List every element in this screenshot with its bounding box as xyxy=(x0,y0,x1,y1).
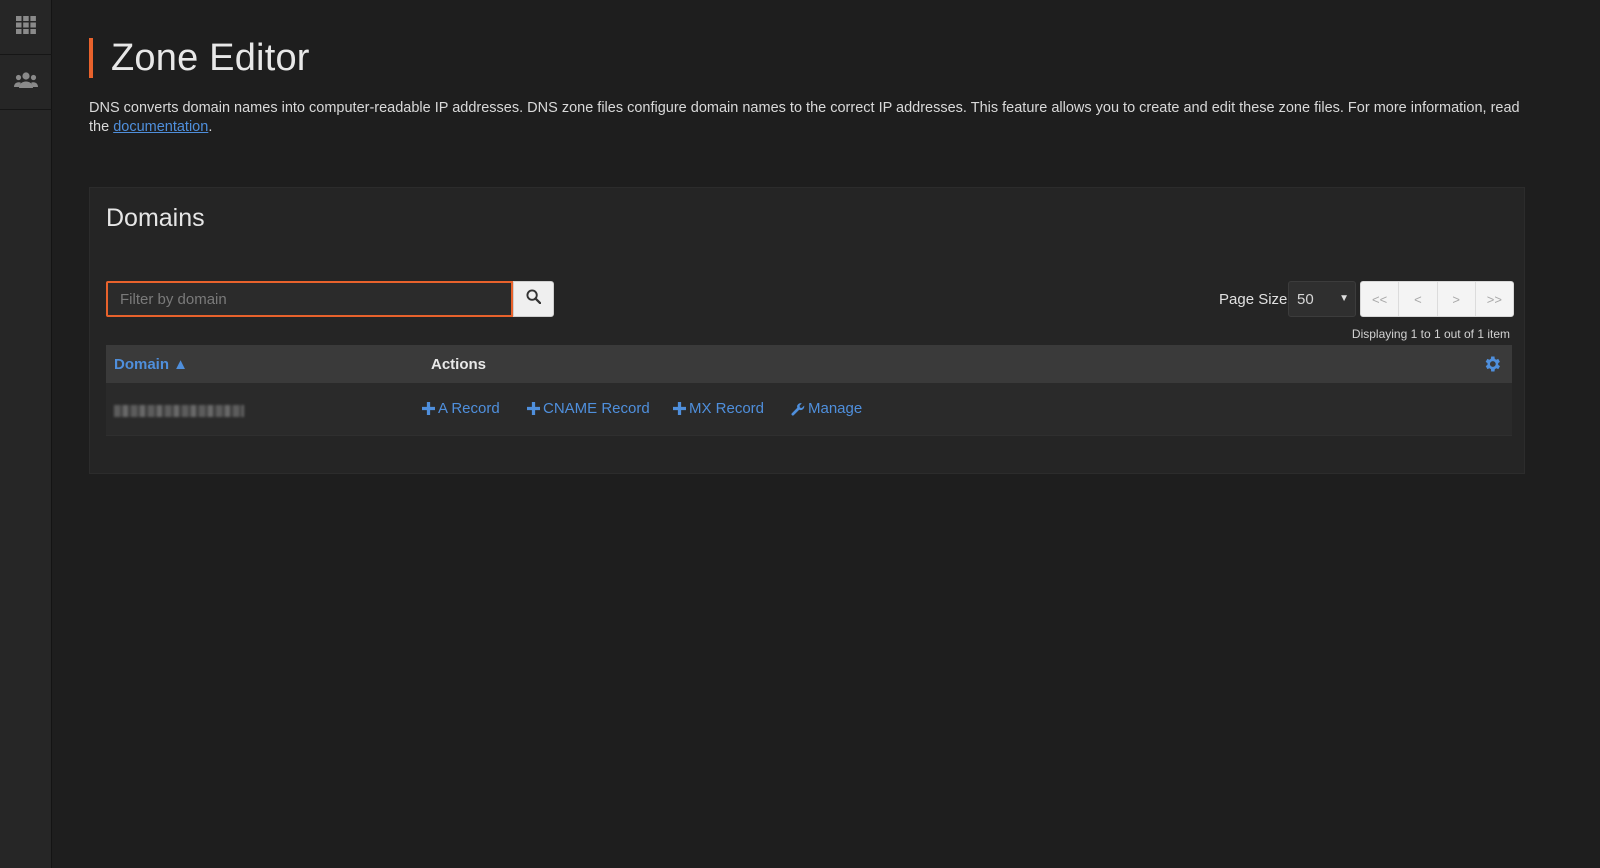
page-size-select[interactable]: 50 ▼ xyxy=(1288,281,1356,317)
last-page-button[interactable]: >> xyxy=(1476,282,1513,316)
users-button[interactable] xyxy=(0,55,52,110)
action-label: MX Record xyxy=(689,400,765,417)
gear-icon[interactable] xyxy=(1482,354,1502,379)
plus-icon xyxy=(527,402,540,415)
panel-title: Domains xyxy=(106,204,205,232)
action-label: CNAME Record xyxy=(543,400,650,417)
plus-icon xyxy=(673,402,686,415)
search-button[interactable] xyxy=(513,281,554,317)
actions-header: Actions xyxy=(431,355,487,373)
chevron-down-icon: ▼ xyxy=(1339,293,1349,304)
add-a-record-link[interactable]: A Record xyxy=(422,400,500,417)
pagination-status: Displaying 1 to 1 out of 1 item xyxy=(1351,327,1510,341)
action-label: A Record xyxy=(438,400,500,417)
description-text: DNS converts domain names into computer-… xyxy=(89,100,1520,135)
wrench-icon xyxy=(791,402,805,416)
next-page-button[interactable]: > xyxy=(1438,282,1476,316)
domains-panel: Domains Page Size 50 ▼ << < > >> Display… xyxy=(89,187,1525,474)
page-size-label: Page Size xyxy=(1219,291,1288,308)
sort-domain-header[interactable]: Domain ▲ xyxy=(114,356,188,373)
pagination: << < > >> xyxy=(1360,281,1514,317)
first-page-button[interactable]: << xyxy=(1361,282,1400,316)
search-icon xyxy=(526,289,542,309)
page-title: Zone Editor xyxy=(111,36,310,79)
domains-table: Domain ▲ Actions A Record CNAME Record M… xyxy=(106,345,1512,436)
table-header: Domain ▲ Actions xyxy=(106,345,1512,383)
documentation-link[interactable]: documentation xyxy=(113,119,208,135)
prev-page-button[interactable]: < xyxy=(1399,282,1438,316)
page-header: Zone Editor xyxy=(89,36,310,79)
filter-domain-input[interactable] xyxy=(106,281,513,317)
description-end: . xyxy=(208,119,213,135)
action-label: Manage xyxy=(808,400,863,417)
apps-button[interactable] xyxy=(0,0,52,55)
add-mx-record-link[interactable]: MX Record xyxy=(673,400,764,417)
manage-link[interactable]: Manage xyxy=(791,400,862,417)
apps-grid-icon xyxy=(16,15,36,39)
table-row: A Record CNAME Record MX Record Manage xyxy=(106,383,1512,436)
page-size-value: 50 xyxy=(1297,290,1314,308)
add-cname-record-link[interactable]: CNAME Record xyxy=(527,400,650,417)
users-icon xyxy=(14,71,38,93)
plus-icon xyxy=(422,402,435,415)
page-description: DNS converts domain names into computer-… xyxy=(89,99,1529,137)
sidebar xyxy=(0,0,52,868)
domain-name-redacted xyxy=(114,405,244,417)
title-accent-bar xyxy=(89,38,93,78)
